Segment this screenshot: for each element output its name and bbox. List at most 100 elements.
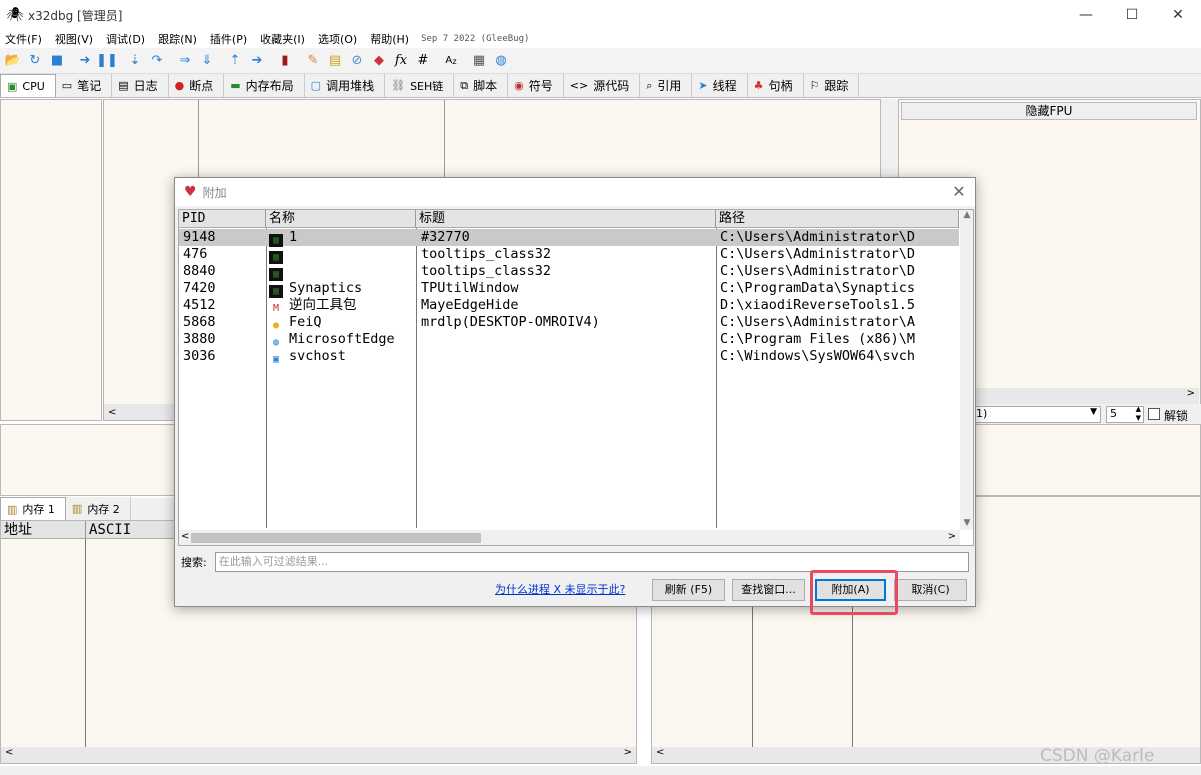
process-row[interactable]: 9148 ▦ 1 #32770 C:\Users\Administrator\D [179, 229, 959, 247]
watermark: CSDN @Karle [1040, 746, 1155, 766]
search-input[interactable]: 在此输入可过滤结果... [214, 552, 969, 572]
execute-till-return-icon[interactable]: ⇡ [224, 50, 246, 72]
globe-icon[interactable]: ◍ [490, 50, 512, 72]
notes-icon: ▭ [61, 79, 73, 92]
process-row[interactable]: 3880 ◍ MicrosoftEdge C:\Program Files (x86)… [179, 331, 959, 349]
minimize-button[interactable]: — [1063, 0, 1109, 30]
name-cell: FeiQ [289, 314, 322, 330]
refresh-button[interactable]: 刷新 (F5) [652, 579, 725, 601]
maximize-button[interactable]: ☐ [1109, 0, 1155, 30]
run-icon[interactable]: ➜ [74, 50, 96, 72]
arg-count-spinner[interactable]: 5 ▲ ▼ [1106, 405, 1144, 423]
why-not-shown-link[interactable]: 为什么进程 X 未显示于此? [495, 581, 625, 597]
breakpoint-dot-icon: ● [174, 79, 185, 92]
trace-into-icon[interactable]: ⇒ [174, 50, 196, 72]
title-cell: #32770 [421, 229, 470, 245]
dump-col-address[interactable]: 地址 [1, 521, 86, 539]
menu-view[interactable]: 视图(V) [50, 31, 101, 47]
trace-icon: ⚐ [809, 79, 820, 92]
step-over-icon[interactable]: ↷ [146, 50, 168, 72]
title-cell: TPUtilWindow [421, 280, 519, 296]
tab-references[interactable]: ⌕ 引用 [640, 74, 693, 97]
pid-cell: 7420 [183, 280, 216, 296]
tab-handles[interactable]: ♣ 句柄 [747, 74, 804, 97]
col-path[interactable]: 路径 [716, 210, 959, 228]
process-row[interactable]: 8840 ▦ tooltips_class32 C:\Users\Administra… [179, 263, 959, 281]
tab-dump-2[interactable]: ▥ 内存 2 [65, 497, 131, 520]
col-title[interactable]: 标题 [416, 210, 716, 228]
pid-cell: 476 [183, 246, 208, 262]
title-cell: tooltips_class32 [421, 263, 552, 279]
cpu-disasm-gutter[interactable] [0, 99, 102, 421]
tab-symbols[interactable]: ◉ 符号 [508, 74, 564, 97]
call-convention-select[interactable]: 1) ▼ [973, 406, 1101, 423]
dump-col-ascii[interactable]: ASCII [86, 521, 186, 539]
find-window-button[interactable]: 查找窗口... [732, 579, 805, 601]
tab-memory-map[interactable]: ▬ 内存布局 [224, 74, 305, 97]
tab-seh-chain[interactable]: ⛓ SEH链 [385, 74, 455, 97]
calculator-icon[interactable]: ▦ [468, 50, 490, 72]
trace-over-icon[interactable]: ⇓ [196, 50, 218, 72]
list-vscrollbar[interactable]: ▲ ▼ [960, 210, 973, 530]
label-icon[interactable]: ⊘ [346, 50, 368, 72]
list-hscrollbar[interactable]: < > [179, 530, 960, 545]
search-icon: ⌕ [646, 78, 653, 92]
menu-bar: 文件(F) 视图(V) 调试(D) 跟踪(N) 插件(P) 收藏夹(I) 选项(… [0, 30, 1201, 48]
font-icon[interactable]: Az [440, 50, 462, 72]
step-into-icon[interactable]: ⇣ [124, 50, 146, 72]
tab-call-stack[interactable]: ▢ 调用堆栈 [304, 74, 386, 97]
patch-icon[interactable]: ✎ [302, 50, 324, 72]
process-row[interactable]: 4512 M 逆向工具包 MayeEdgeHide D:\xiaodiReverseTo… [179, 297, 959, 315]
menu-trace[interactable]: 跟踪(N) [153, 31, 205, 47]
fpu-toggle-header[interactable]: 隐藏FPU [901, 102, 1197, 120]
tab-threads[interactable]: ➤ 线程 [692, 74, 748, 97]
main-tab-bar: ▣ CPU ▭ 笔记 ▤ 日志 ● 断点 ▬ 内存布局 ▢ 调用堆栈 ⛓ SEH链 ⧉ 脚本 ◉… [0, 74, 1201, 98]
function-icon[interactable]: fx [390, 50, 412, 72]
tab-log[interactable]: ▤ 日志 [112, 74, 169, 97]
pause-icon[interactable]: ❚❚ [96, 50, 118, 72]
name-cell: 逆向工具包 [289, 297, 357, 313]
process-row[interactable]: 7420 ▦ Synaptics TPUtilWindow C:\ProgramData… [179, 280, 959, 298]
unlock-checkbox[interactable] [1148, 408, 1160, 420]
tab-breakpoints[interactable]: ● 断点 [168, 74, 225, 97]
pid-cell: 4512 [183, 297, 216, 313]
menu-help[interactable]: 帮助(H) [365, 31, 417, 47]
tab-notes[interactable]: ▭ 笔记 [55, 74, 113, 97]
close-button[interactable]: ✕ [1155, 0, 1201, 30]
open-icon[interactable]: 📂 [2, 50, 24, 72]
cancel-button[interactable]: 取消(C) [894, 579, 967, 601]
process-row[interactable]: 5868 ● FeiQ mrdlp(DESKTOP-OMROIV4) C:\Users\… [179, 314, 959, 332]
name-cell: svchost [289, 348, 346, 364]
bookmark-icon[interactable]: ◆ [368, 50, 390, 72]
col-name[interactable]: 名称 [266, 210, 416, 228]
tab-dump-1[interactable]: ▥ 内存 1 [0, 497, 66, 520]
tab-script[interactable]: ⧉ 脚本 [454, 74, 509, 97]
path-cell: C:\Users\Administrator\A [720, 314, 916, 330]
stop-icon[interactable]: ■ [46, 50, 68, 72]
process-list[interactable]: PID 名称 标题 路径 9148 ▦ 1 #32770 C:\Users\Admini… [178, 209, 974, 546]
tab-trace[interactable]: ⚐ 跟踪 [803, 74, 860, 97]
menu-file[interactable]: 文件(F) [0, 31, 50, 47]
path-cell: C:\Users\Administrator\D [720, 229, 916, 245]
chain-icon: ⛓ [391, 79, 406, 92]
menu-debug[interactable]: 调试(D) [101, 31, 153, 47]
process-row[interactable]: 476 ▦ tooltips_class32 C:\Users\Administrat… [179, 246, 959, 264]
menu-options[interactable]: 选项(O) [313, 31, 365, 47]
breakpoint-icon[interactable]: ▮ [274, 50, 296, 72]
dialog-close-icon[interactable]: ✕ [949, 182, 969, 202]
chevron-down-icon: ▼ [1090, 407, 1097, 417]
col-pid[interactable]: PID [179, 210, 266, 228]
restart-icon[interactable]: ↻ [24, 50, 46, 72]
menu-favourites[interactable]: 收藏夹(I) [255, 31, 313, 47]
process-row[interactable]: 3036 ▣ svchost C:\Windows\SysWOW64\svch [179, 348, 959, 366]
tab-cpu[interactable]: ▣ CPU [0, 74, 56, 97]
hash-icon[interactable]: # [412, 50, 434, 72]
comment-icon[interactable]: ▤ [324, 50, 346, 72]
handles-icon: ♣ [753, 79, 764, 92]
run-to-user-icon[interactable]: ➔ [246, 50, 268, 72]
dialog-title-bar: ♥ 附加 ✕ [175, 178, 975, 206]
tab-source[interactable]: <> 源代码 [563, 74, 641, 97]
menu-plugins[interactable]: 插件(P) [205, 31, 255, 47]
pid-cell: 3880 [183, 331, 216, 347]
dump-hscrollbar[interactable]: < > [1, 747, 636, 763]
